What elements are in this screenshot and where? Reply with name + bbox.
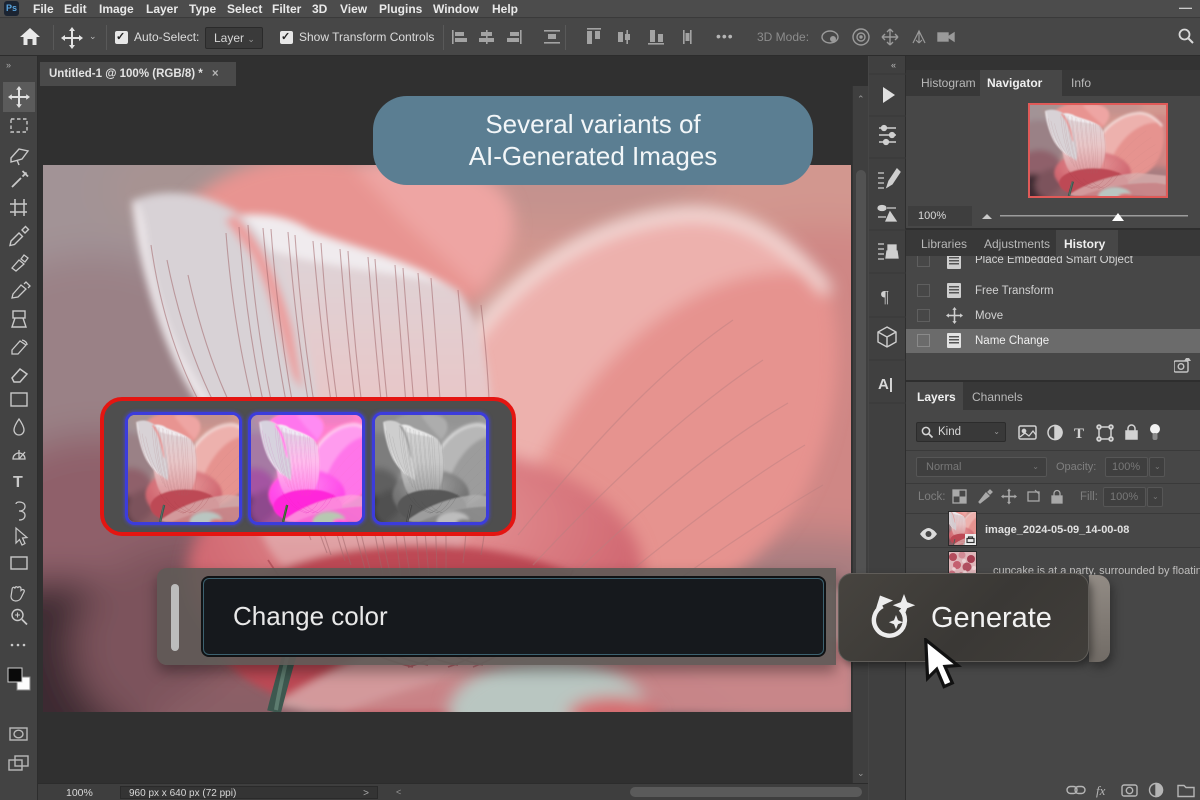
svg-text:A|: A| xyxy=(878,376,893,393)
svg-text:T: T xyxy=(13,474,23,491)
svg-text:¶: ¶ xyxy=(881,287,889,306)
svg-text:«: « xyxy=(891,60,896,70)
svg-text:T: T xyxy=(1074,426,1084,442)
svg-text:fx: fx xyxy=(1096,783,1106,798)
svg-text:»: » xyxy=(6,60,11,70)
